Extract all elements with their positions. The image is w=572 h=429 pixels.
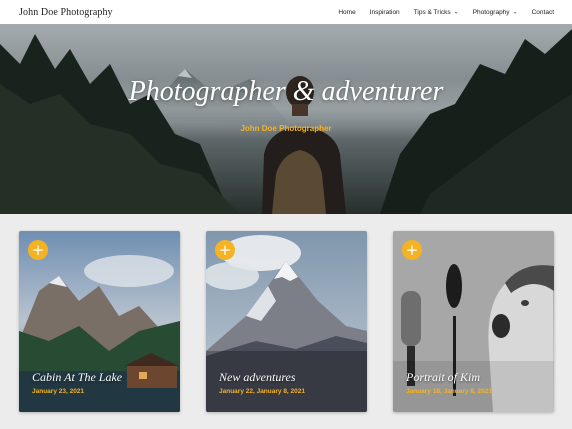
site-brand[interactable]: John Doe Photography bbox=[19, 7, 113, 18]
nav-item-photography[interactable]: Photography ⌄ bbox=[466, 0, 525, 24]
chevron-down-icon: ⌄ bbox=[453, 9, 459, 15]
hero-title: Photographer & adventurer bbox=[128, 76, 444, 107]
post-card-portrait[interactable]: + Portrait of Kim January 18, January 8,… bbox=[393, 231, 554, 412]
card-title[interactable]: New adventures bbox=[219, 370, 296, 385]
card-date: January 23, 2021 bbox=[32, 388, 85, 395]
card-date: January 22, January 8, 2021 bbox=[219, 388, 306, 395]
plus-icon[interactable]: + bbox=[28, 240, 48, 260]
plus-icon[interactable]: + bbox=[402, 240, 422, 260]
chevron-down-icon: ⌄ bbox=[512, 9, 518, 15]
post-card-cabin[interactable]: + Cabin At The Lake January 23, 2021 bbox=[19, 231, 180, 412]
nav-label: Photography bbox=[472, 8, 510, 16]
site-header: John Doe Photography Home Inspiration Ti… bbox=[0, 0, 572, 24]
nav-label: Contact bbox=[531, 8, 554, 16]
hero-subtitle: John Doe Photographer bbox=[240, 124, 332, 133]
nav-label: Tips & Tricks bbox=[413, 8, 451, 16]
post-card-adventures[interactable]: + New adventures January 22, January 8, … bbox=[206, 231, 367, 412]
nav-item-inspiration[interactable]: Inspiration bbox=[363, 0, 407, 24]
plus-icon[interactable]: + bbox=[215, 240, 235, 260]
nav-label: Home bbox=[338, 8, 356, 16]
hero-banner: Photographer & adventurer John Doe Photo… bbox=[0, 24, 572, 214]
card-date: January 18, January 8, 2021 bbox=[406, 388, 493, 395]
nav-item-contact[interactable]: Contact bbox=[525, 0, 554, 24]
card-title[interactable]: Portrait of Kim bbox=[406, 370, 480, 385]
card-title[interactable]: Cabin At The Lake bbox=[32, 370, 122, 385]
nav-label: Inspiration bbox=[369, 8, 400, 16]
nav-item-tips-tricks[interactable]: Tips & Tricks ⌄ bbox=[407, 0, 466, 24]
hero-background-image bbox=[0, 24, 572, 214]
main-nav: Home Inspiration Tips & Tricks ⌄ Photogra… bbox=[331, 0, 554, 24]
nav-item-home[interactable]: Home bbox=[331, 0, 362, 24]
